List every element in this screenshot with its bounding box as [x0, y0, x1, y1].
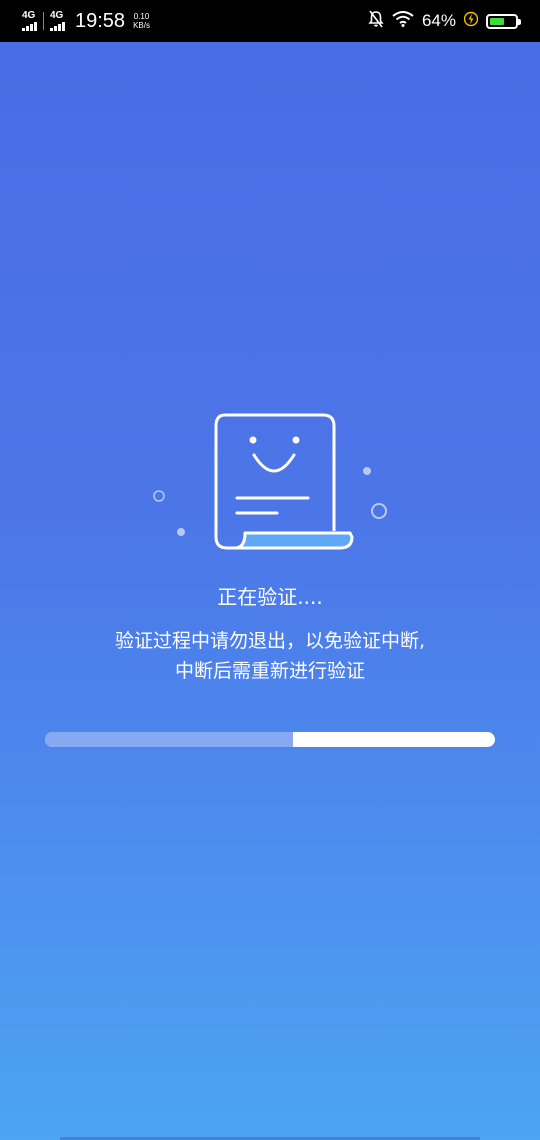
bubble-decorations [153, 467, 387, 536]
wifi-icon [392, 11, 414, 31]
signal-divider [43, 12, 44, 30]
progress-fill [45, 732, 293, 747]
cellular-signal-2: 4G [50, 11, 65, 31]
verifying-title: 正在验证.... [217, 585, 323, 609]
notice-line-2: 中断后需重新进行验证 [174, 660, 365, 682]
network-speed: 0.10 KB/s [133, 12, 150, 30]
mute-bell-icon [368, 10, 384, 32]
clock: 19:58 [75, 9, 126, 32]
cellular-signal-1: 4G [22, 11, 37, 31]
status-bar: 4G 4G 19:58 0.10 KB/s 64% [0, 0, 540, 42]
charging-bolt-icon [463, 11, 479, 31]
verification-screen: 4G 4G 19:58 0.10 KB/s 64% 正在验证.... 验证过程中… [0, 0, 540, 1140]
verification-illustration [153, 413, 387, 550]
battery-icon [486, 13, 521, 29]
verification-progress-bar [45, 732, 495, 747]
verification-notice: 验证过程中请勿退出，以免验证中断, 中断后需重新进行验证 [40, 626, 500, 686]
battery-percent: 64% [421, 11, 456, 30]
notice-line-1: 验证过程中请勿退出，以免验证中断, [114, 630, 426, 652]
document-smile-icon [214, 413, 354, 550]
